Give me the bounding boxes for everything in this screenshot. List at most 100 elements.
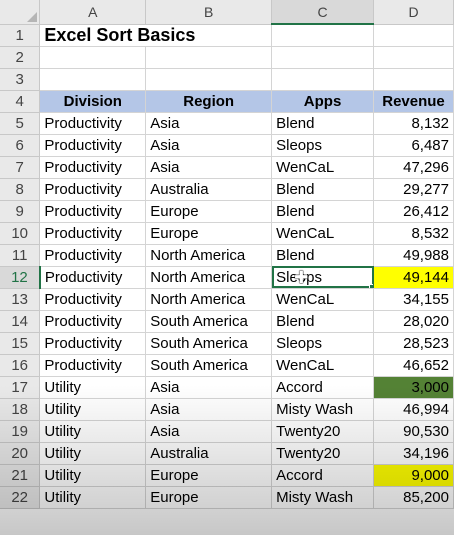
cell-revenue[interactable]: 34,196 [373,442,454,465]
cell-division[interactable]: Productivity [39,200,147,223]
row-header[interactable]: 5 [0,112,41,135]
cell-app[interactable]: WenCaL [271,222,374,245]
row-header[interactable]: 4 [0,90,41,113]
sheet-title[interactable]: Excel Sort Basics [39,24,273,47]
cell-region[interactable]: Europe [145,222,273,245]
cell-region[interactable]: Asia [145,134,273,157]
cell-revenue[interactable]: 46,994 [373,398,454,421]
column-header-d[interactable]: D [373,0,454,25]
cell-app[interactable]: Accord [271,376,374,399]
cell-division[interactable]: Productivity [39,288,147,311]
cell-app[interactable]: Blend [271,310,374,333]
cell-division[interactable]: Productivity [39,266,147,289]
row-header[interactable]: 13 [0,288,41,311]
cell-region[interactable]: South America [145,310,273,333]
cell-revenue[interactable]: 49,144 [373,266,454,289]
cell-division[interactable]: Productivity [39,244,147,267]
cell-app[interactable]: WenCaL [271,354,374,377]
header-apps[interactable]: Apps [271,90,374,113]
cell-division[interactable]: Utility [39,464,147,487]
cell-app[interactable]: Twenty20 [271,420,374,443]
row-header[interactable]: 19 [0,420,41,443]
cell-app[interactable]: Misty Wash [271,398,374,421]
cell-revenue[interactable]: 28,020 [373,310,454,333]
header-region[interactable]: Region [145,90,273,113]
row-header[interactable]: 22 [0,486,41,509]
cell-app[interactable]: WenCaL [271,288,374,311]
cell-revenue[interactable]: 47,296 [373,156,454,179]
row-header[interactable]: 12 [0,266,41,289]
cell-app[interactable]: Blend [271,178,374,201]
select-all-corner[interactable] [0,0,41,25]
cell-app[interactable]: Blend [271,200,374,223]
cell-region[interactable]: North America [145,288,273,311]
cell-region[interactable]: Asia [145,112,273,135]
row-header[interactable]: 21 [0,464,41,487]
cell-revenue[interactable]: 28,523 [373,332,454,355]
cell-revenue[interactable]: 26,412 [373,200,454,223]
cell-region[interactable]: Asia [145,156,273,179]
cell-revenue[interactable]: 34,155 [373,288,454,311]
cell-app[interactable]: Sleops [271,134,374,157]
row-header[interactable]: 17 [0,376,41,399]
cell[interactable] [271,68,374,91]
cell-division[interactable]: Productivity [39,310,147,333]
cell-division[interactable]: Productivity [39,222,147,245]
fill-handle[interactable] [369,283,373,287]
cell[interactable] [373,68,454,91]
cell-region[interactable]: Europe [145,464,273,487]
cell[interactable] [373,46,454,69]
cell-region[interactable]: Asia [145,420,273,443]
column-header-a[interactable]: A [39,0,147,25]
cell-region[interactable]: South America [145,332,273,355]
cell-revenue[interactable]: 46,652 [373,354,454,377]
cell-app[interactable]: Sleops [271,332,374,355]
row-header[interactable]: 3 [0,68,41,91]
cell-revenue[interactable]: 6,487 [373,134,454,157]
row-header[interactable]: 1 [0,24,41,47]
cell-revenue[interactable]: 49,988 [373,244,454,267]
cell-app[interactable]: Sleops ✚ [271,266,374,289]
cell[interactable] [39,46,147,69]
cell-region[interactable]: North America [145,266,273,289]
cell-division[interactable]: Productivity [39,156,147,179]
cell[interactable] [145,68,273,91]
row-header[interactable]: 15 [0,332,41,355]
cell-app[interactable]: Misty Wash [271,486,374,509]
cell-division[interactable]: Productivity [39,332,147,355]
cell-region[interactable]: North America [145,244,273,267]
column-header-b[interactable]: B [145,0,273,25]
row-header[interactable]: 16 [0,354,41,377]
row-header[interactable]: 9 [0,200,41,223]
row-header[interactable]: 10 [0,222,41,245]
cell-revenue[interactable]: 8,532 [373,222,454,245]
cell-division[interactable]: Productivity [39,354,147,377]
cell[interactable] [145,46,273,69]
cell-division[interactable]: Productivity [39,112,147,135]
row-header[interactable]: 2 [0,46,41,69]
header-revenue[interactable]: Revenue [373,90,454,113]
cell-division[interactable]: Utility [39,376,147,399]
cell-revenue[interactable]: 9,000 [373,464,454,487]
cell-region[interactable]: Asia [145,398,273,421]
cell[interactable] [271,46,374,69]
cell-region[interactable]: South America [145,354,273,377]
cell-division[interactable]: Utility [39,442,147,465]
row-header[interactable]: 18 [0,398,41,421]
cell[interactable] [271,24,374,47]
cell-app[interactable]: Blend [271,112,374,135]
cell-revenue[interactable]: 29,277 [373,178,454,201]
column-header-c[interactable]: C [271,0,374,25]
cell-revenue[interactable]: 85,200 [373,486,454,509]
cell-region[interactable]: Australia [145,442,273,465]
row-header[interactable]: 11 [0,244,41,267]
row-header[interactable]: 7 [0,156,41,179]
cell-app[interactable]: Blend [271,244,374,267]
header-division[interactable]: Division [39,90,147,113]
cell-region[interactable]: Europe [145,200,273,223]
cell-region[interactable]: Europe [145,486,273,509]
cell-division[interactable]: Productivity [39,134,147,157]
row-header[interactable]: 14 [0,310,41,333]
cell[interactable] [373,24,454,47]
cell-division[interactable]: Utility [39,486,147,509]
